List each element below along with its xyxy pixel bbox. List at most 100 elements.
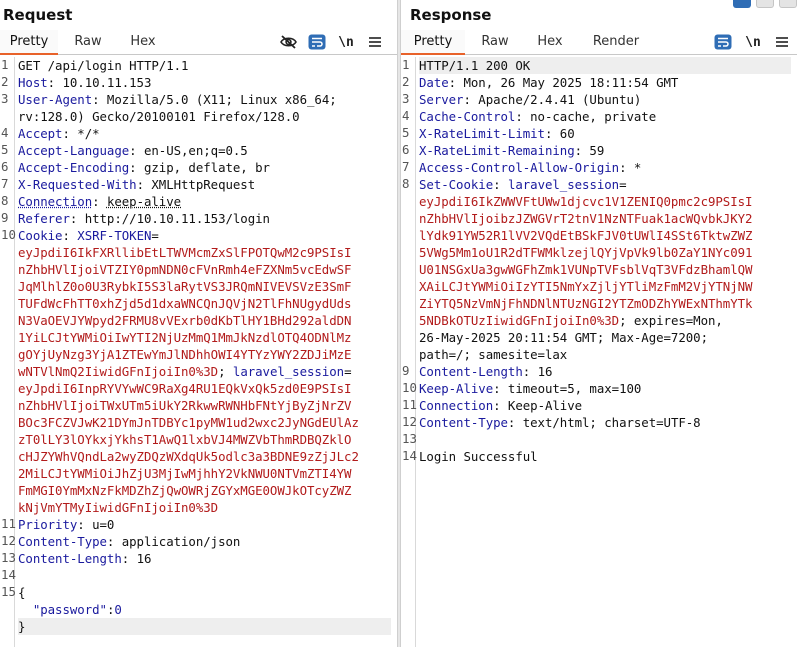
- tab-request-pretty[interactable]: Pretty: [0, 30, 58, 55]
- response-editor[interactable]: 1 HTTP/1.1 200 OK 2 Date: Mon, 26 May 2025 …: [401, 57, 797, 647]
- request-line-text: kNjVmYTMyIiwidGFnIjoiIn0%3D: [18, 500, 219, 515]
- line-number: 9: [402, 363, 410, 378]
- request-line: nZhbHVlIjoiTWxUTm5iUkY2RkwwRWNHbFNtYjByZ…: [18, 397, 391, 414]
- request-line-text: Connection: keep-alive: [18, 194, 182, 209]
- line-number: 5: [1, 142, 9, 157]
- response-line-text: Cache-Control: no-cache, private: [419, 109, 657, 124]
- request-editor[interactable]: 1 GET /api/login HTTP/1.1 2 Host: 10.10.11.…: [0, 57, 397, 647]
- line-number: 11: [1, 516, 16, 531]
- request-line: 9 Referer: http://10.10.11.153/login: [1, 210, 391, 227]
- line-number: 2: [402, 74, 410, 89]
- minimize-icon[interactable]: [756, 0, 774, 8]
- tab-response-hex[interactable]: Hex: [530, 30, 570, 55]
- response-line: nZhbHVlIjoibzJZWGVrT2tnV1NzNTFuak1acWQvb…: [419, 210, 791, 227]
- tab-response-raw[interactable]: Raw: [475, 30, 515, 55]
- request-line-text: Referer: http://10.10.11.153/login: [18, 211, 270, 226]
- request-line-text: nZhbHVlIjoiTWxUTm5iUkY2RkwwRWNHbFNtYjByZ…: [18, 398, 352, 413]
- request-line-text: eyJpdiI6IkFXRllibEtLTWVMcmZxSlFPOTQwM2c9…: [18, 245, 352, 260]
- response-line: 6 X-RateLimit-Remaining: 59: [402, 142, 791, 159]
- response-line: 11 Connection: Keep-Alive: [402, 397, 791, 414]
- request-line-text: nZhbHVlIjoiVTZIY0pmNDN0cFVnRmh4eFZXNm5vc…: [18, 262, 352, 277]
- request-line: 2 Host: 10.10.11.153: [1, 74, 391, 91]
- response-line: 5VWg5Mm1oU1R2dTFWMklzejlQYjVpVk9lb0ZaY1N…: [419, 244, 791, 261]
- request-line-text: User-Agent: Mozilla/5.0 (X11; Linux x86_…: [18, 92, 337, 107]
- request-line: FmMGI0YmMxNzFkMDZhZjQwOWRjZGYxMGE0OWJkOT…: [18, 482, 391, 499]
- eye-slash-icon[interactable]: [279, 33, 297, 51]
- response-line-text: ZiYTQ5NzVmNjFhNDNlNTUzNGI2YTZmODZhYWExNT…: [419, 296, 753, 311]
- response-line: 12 Content-Type: text/html; charset=UTF-8: [402, 414, 791, 431]
- response-line: 10 Keep-Alive: timeout=5, max=100: [402, 380, 791, 397]
- response-code[interactable]: 1 HTTP/1.1 200 OK 2 Date: Mon, 26 May 2025 …: [402, 57, 791, 465]
- request-line-text: wNTVlNmQ2IiwidGFnIjoiIn0%3D; laravel_ses…: [18, 364, 352, 379]
- response-line: 5 X-RateLimit-Limit: 60: [402, 125, 791, 142]
- maximize-icon[interactable]: [779, 0, 797, 8]
- request-line: 10 Cookie: XSRF-TOKEN=: [1, 227, 391, 244]
- newline-toggle[interactable]: \n: [744, 33, 762, 51]
- response-line: ZiYTQ5NzVmNjFhNDNlNTUzNGI2YTZmODZhYWExNT…: [419, 295, 791, 312]
- hamburger-menu-icon[interactable]: [366, 33, 384, 51]
- response-line: 4 Cache-Control: no-cache, private: [402, 108, 791, 125]
- request-line-text: 2MiLCJtYWMiOiJhZjU3MjIwMjhhY2VkNWU0NTVmZ…: [18, 466, 352, 481]
- wrap-lines-icon[interactable]: [308, 33, 326, 51]
- line-number: 8: [1, 193, 9, 208]
- line-number: 12: [1, 533, 16, 548]
- response-title: Response: [410, 6, 492, 24]
- request-line: nZhbHVlIjoiVTZIY0pmNDN0cFVnRmh4eFZXNm5vc…: [18, 261, 391, 278]
- request-line-text: GET /api/login HTTP/1.1: [18, 58, 189, 73]
- line-number: 15: [1, 584, 16, 599]
- line-number: 13: [402, 431, 417, 446]
- response-line-text: Content-Type: text/html; charset=UTF-8: [419, 415, 701, 430]
- line-number: 13: [1, 550, 16, 565]
- response-line-text: HTTP/1.1 200 OK: [419, 57, 791, 74]
- request-line: JqMlhlZ0o0U3RybkI5S3laRytVS3JRQmNIVEVSVz…: [18, 278, 391, 295]
- layout-icon[interactable]: [733, 0, 751, 8]
- request-line: TUFdWcFhTT0xhZjd5d1dxaWNCQnJQVjN2TlFhNUg…: [18, 295, 391, 312]
- request-tabbar: Pretty Raw Hex \n: [0, 30, 397, 55]
- line-number: 1: [1, 57, 9, 72]
- response-line: 7 Access-Control-Allow-Origin: *: [402, 159, 791, 176]
- request-line-text: [18, 567, 391, 584]
- request-line: 2MiLCJtYWMiOiJhZjU3MjIwMjhhY2VkNWU0NTVmZ…: [18, 465, 391, 482]
- request-code[interactable]: 1 GET /api/login HTTP/1.1 2 Host: 10.10.11.…: [1, 57, 391, 635]
- line-number: 7: [402, 159, 410, 174]
- request-line-text: BOc3FCZVJwK21DYmJnTDBYc1pyMW1ud2wxc2JyNG…: [18, 415, 359, 430]
- request-line-text: JqMlhlZ0o0U3RybkI5S3laRytVS3JRQmNIVEVSVz…: [18, 279, 352, 294]
- line-number: 7: [1, 176, 9, 191]
- line-number: 9: [1, 210, 9, 225]
- response-line: 9 Content-Length: 16: [402, 363, 791, 380]
- response-line-text: Server: Apache/2.4.41 (Ubuntu): [419, 92, 642, 107]
- request-line: wNTVlNmQ2IiwidGFnIjoiIn0%3D; laravel_ses…: [18, 363, 391, 380]
- response-line-text: XAiLCJtYWMiOiIzYTI5NmYxZjljYTliMzFmM2VjY…: [419, 279, 753, 294]
- response-line: path=/; samesite=lax: [419, 346, 791, 363]
- response-tabbar: Pretty Raw Hex Render \n: [401, 30, 797, 55]
- response-line-text: X-RateLimit-Limit: 60: [419, 126, 575, 141]
- response-line: eyJpdiI6IkZWWVFtUWw1djcvc1V1ZENIQ0pmc2c9…: [419, 193, 791, 210]
- line-number: 3: [1, 91, 9, 106]
- request-line-text: Priority: u=0: [18, 517, 115, 532]
- request-line: 1 GET /api/login HTTP/1.1: [1, 57, 391, 74]
- response-line-text: Content-Length: 16: [419, 364, 553, 379]
- request-line: eyJpdiI6InpRYVYwWC9RaXg4RU1EQkVxQk5zd0E9…: [18, 380, 391, 397]
- request-line: 3 User-Agent: Mozilla/5.0 (X11; Linux x86…: [1, 91, 391, 108]
- request-pane: Request Pretty Raw Hex \n 1 GET /api/log…: [0, 0, 397, 647]
- response-line: 1 HTTP/1.1 200 OK: [402, 57, 791, 74]
- request-line-text: 1YiLCJtYWMiOiIwYTI2NjUzMmQ1MmJkNzdlOTQ4O…: [18, 330, 352, 345]
- wrap-lines-icon[interactable]: [714, 33, 732, 51]
- newline-toggle[interactable]: \n: [337, 33, 355, 51]
- request-line: 12 Content-Type: application/json: [1, 533, 391, 550]
- request-line-text: Accept-Encoding: gzip, deflate, br: [18, 160, 270, 175]
- line-number: 2: [1, 74, 9, 89]
- tab-request-raw[interactable]: Raw: [68, 30, 108, 55]
- request-line-text: Cookie: XSRF-TOKEN=: [18, 228, 159, 243]
- tab-response-pretty[interactable]: Pretty: [401, 30, 465, 55]
- response-line: 26-May-2025 20:11:54 GMT; Max-Age=7200;: [419, 329, 791, 346]
- request-line: eyJpdiI6IkFXRllibEtLTWVMcmZxSlFPOTQwM2c9…: [18, 244, 391, 261]
- request-line: "password":0: [18, 601, 391, 618]
- request-line-text: Host: 10.10.11.153: [18, 75, 152, 90]
- line-number: 4: [1, 125, 9, 140]
- tab-request-hex[interactable]: Hex: [123, 30, 163, 55]
- tab-response-render[interactable]: Render: [588, 30, 644, 55]
- response-line-text: 5VWg5Mm1oU1R2dTFWMklzejlQYjVpVk9lb0ZaY1N…: [419, 245, 753, 260]
- hamburger-menu-icon[interactable]: [773, 33, 791, 51]
- request-line: BOc3FCZVJwK21DYmJnTDBYc1pyMW1ud2wxc2JyNG…: [18, 414, 391, 431]
